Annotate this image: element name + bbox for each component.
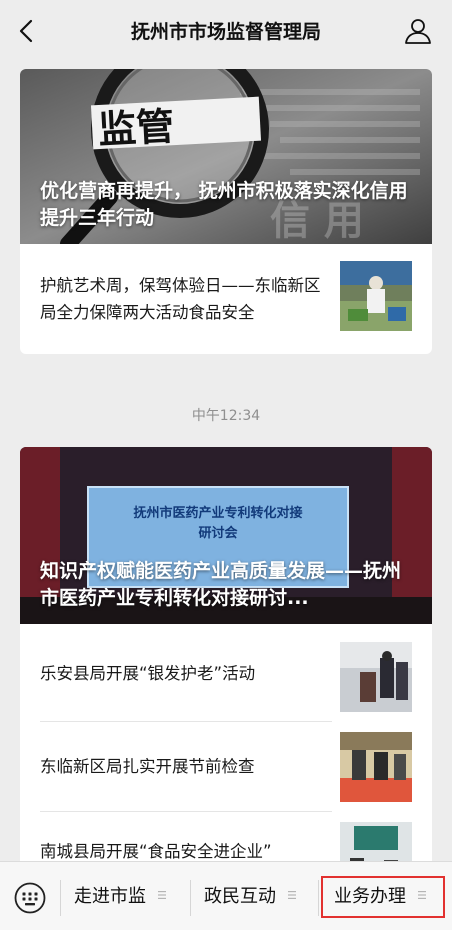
list-item[interactable]: 南城县局开展“食品安全进企业” [20, 812, 432, 867]
menu-separator [190, 880, 191, 916]
menu-label: 走进市监 [74, 886, 146, 907]
screen-line-1: 抚州市医药产业专利转化对接 [133, 505, 302, 521]
hero-article-2[interactable]: 抚州市医药产业专利转化对接 研讨会 知识产权赋能医药产业高质量发展——抚州市医药… [20, 447, 432, 624]
menu-item-zhengmin[interactable]: 政民互动 [204, 882, 296, 912]
highlight-box [321, 876, 445, 918]
message-timestamp: 中午12:34 [191, 408, 261, 424]
item-title: 东临新区局扎实开展节前检查 [40, 757, 255, 776]
menu-label: 政民互动 [204, 886, 276, 907]
menu-separator [60, 880, 61, 916]
thumbnail-image [340, 642, 412, 712]
screen-line-2: 研讨会 [198, 525, 238, 541]
list-item[interactable]: 护航艺术周，保驾体验日——东临新区局全力保障两大活动食品安全 [20, 244, 432, 354]
hero-caption: 优化营商再提升， 抚州市积极落实深化信用提升三年行动 [40, 180, 408, 229]
submenu-lines-icon [287, 891, 296, 899]
page-title: 抚州市市场监督管理局 [130, 21, 321, 43]
top-nav-bar: 抚州市市场监督管理局 [0, 0, 452, 62]
bottom-menu-bar: 走进市监 政民互动 业务办理 [0, 861, 452, 930]
keyboard-icon[interactable] [14, 882, 46, 914]
item-title: 护航艺术周，保驾体验日——东临新区局全力保障两大活动食品安全 [40, 276, 321, 322]
thumbnail-image [340, 261, 412, 331]
menu-item-zoujin[interactable]: 走进市监 [74, 882, 166, 912]
menu-separator [318, 880, 319, 916]
submenu-lines-icon [157, 891, 166, 899]
svg-text:监管: 监管 [97, 104, 175, 152]
article-card-1: 信 用 监管 优化营商再提升， 抚州市积极落实深化信用提升三年行动 护航艺术周，… [20, 69, 432, 354]
article-card-2: 抚州市医药产业专利转化对接 研讨会 知识产权赋能医药产业高质量发展——抚州市医药… [20, 447, 432, 867]
person-icon[interactable] [404, 17, 432, 45]
item-title: 乐安县局开展“银发护老”活动 [40, 664, 256, 683]
list-item[interactable]: 东临新区局扎实开展节前检查 [20, 722, 432, 812]
hero-article-1[interactable]: 信 用 监管 优化营商再提升， 抚州市积极落实深化信用提升三年行动 [20, 69, 432, 244]
list-item[interactable]: 乐安县局开展“银发护老”活动 [20, 624, 432, 722]
hero-caption: 知识产权赋能医药产业高质量发展——抚州市医药产业专利转化对接研讨... [40, 560, 402, 609]
thumbnail-image [340, 732, 412, 802]
